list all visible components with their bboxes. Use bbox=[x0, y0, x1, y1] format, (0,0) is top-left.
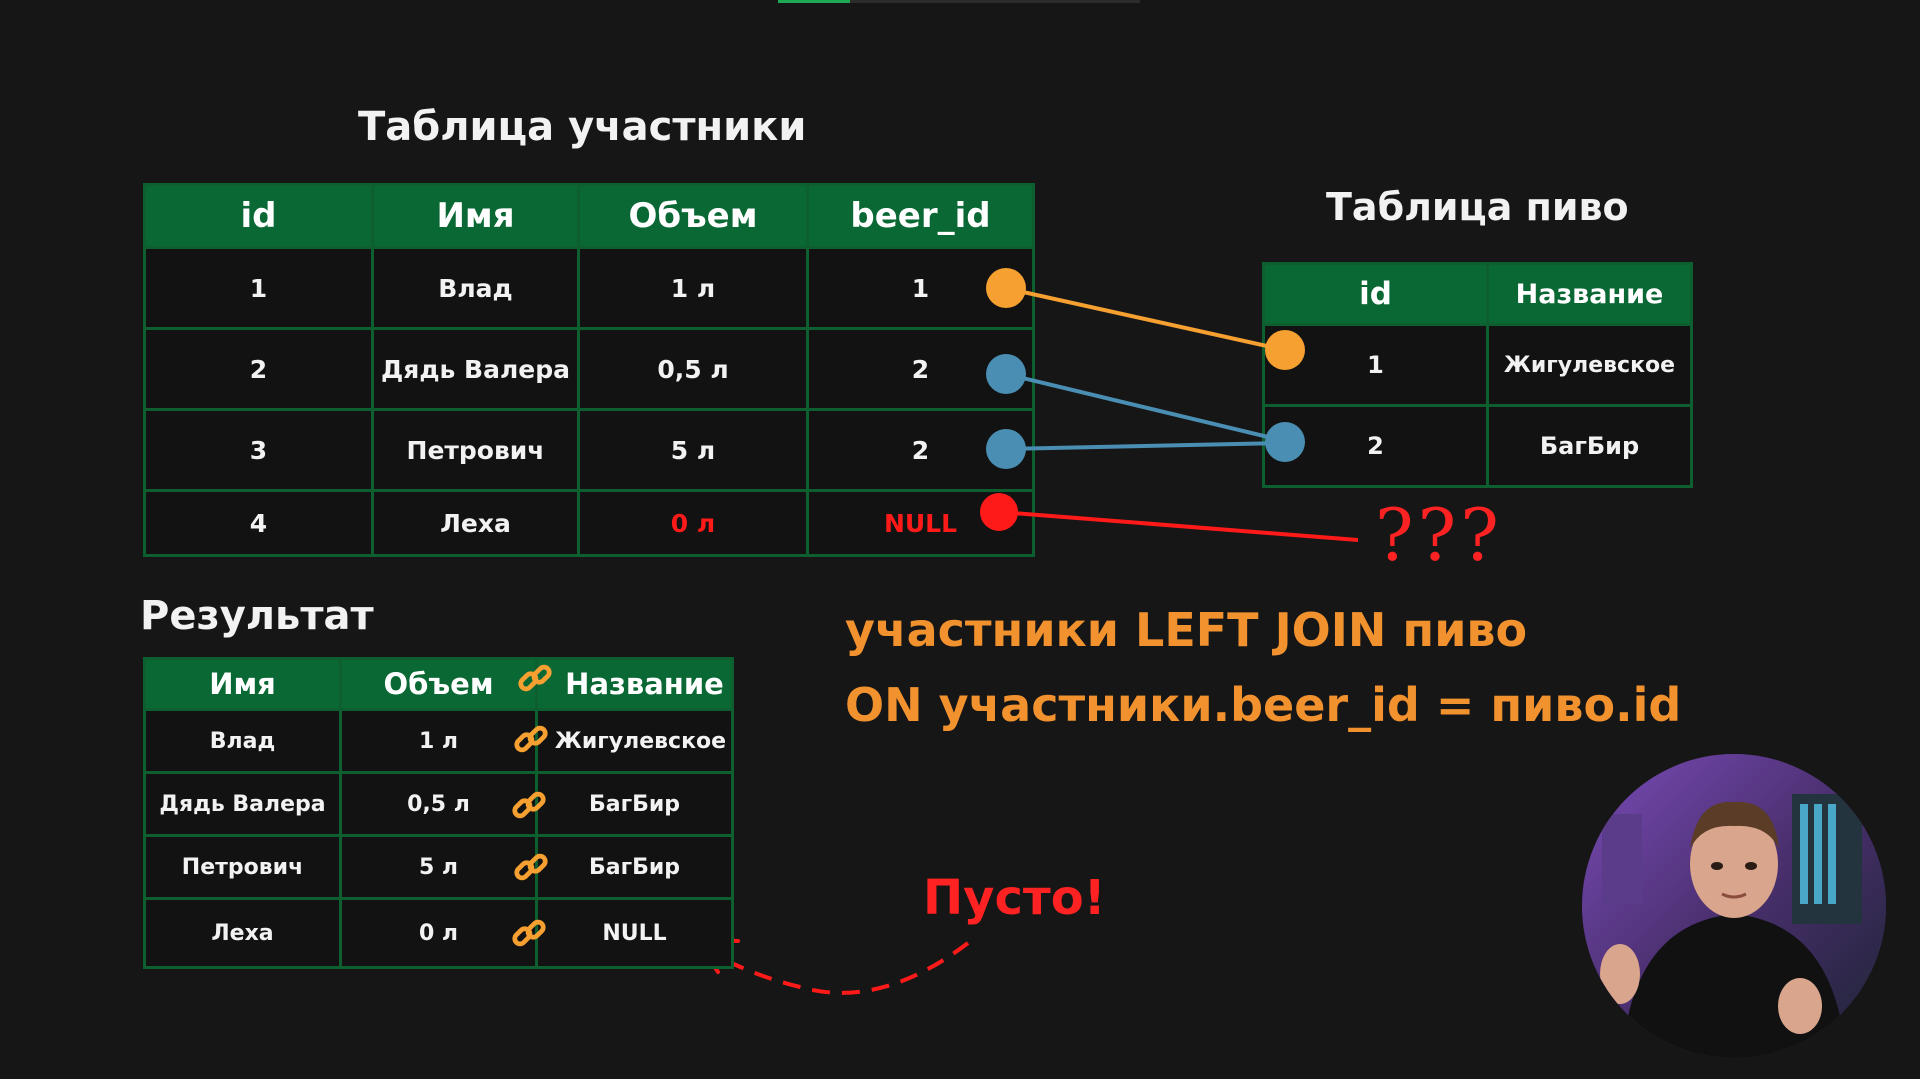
connector-dot-null bbox=[980, 493, 1018, 531]
cell-beer-name: NULL bbox=[535, 897, 734, 969]
connector-line-2 bbox=[1005, 372, 1286, 443]
empty-label: Пусто! bbox=[923, 870, 1106, 926]
table-row: Петрович 5 л БагБир bbox=[143, 834, 734, 900]
table-row: Дядь Валера 0,5 л БагБир bbox=[143, 771, 734, 837]
empty-arrow bbox=[698, 941, 970, 995]
link-icon bbox=[512, 919, 546, 947]
result-table-title: Результат bbox=[140, 593, 374, 639]
query-line-2: ON участники.beer_id = пиво.id bbox=[845, 678, 1682, 732]
cell-volume: 0 л bbox=[339, 897, 538, 969]
result-table: Имя Объем Название Влад 1 л Жигулевское … bbox=[143, 657, 734, 969]
question-marks: ??? bbox=[1375, 493, 1503, 577]
table-row: Леха 0 л NULL bbox=[143, 897, 734, 969]
result-header-row: Имя Объем Название bbox=[143, 657, 734, 711]
cell-name: Петрович bbox=[143, 834, 342, 900]
presenter-webcam bbox=[1582, 754, 1886, 1058]
cell-beer-name: Жигулевское bbox=[535, 708, 734, 774]
cell-volume: 1 л bbox=[339, 708, 538, 774]
connector-dot-1 bbox=[986, 268, 1026, 308]
cell-name: Влад bbox=[143, 708, 342, 774]
link-icon bbox=[512, 791, 546, 819]
cell-name: Леха bbox=[143, 897, 342, 969]
link-icon bbox=[514, 853, 548, 881]
cell-name: Дядь Валера bbox=[143, 771, 342, 837]
connector-line-3 bbox=[1005, 441, 1286, 451]
cell-beer-name: БагБир bbox=[535, 771, 734, 837]
cell-volume: 0,5 л bbox=[339, 771, 538, 837]
cell-volume: 5 л bbox=[339, 834, 538, 900]
connector-dot-beer-2 bbox=[1265, 422, 1305, 462]
connector-line-null bbox=[999, 510, 1359, 542]
connector-dot-3 bbox=[986, 429, 1026, 469]
connector-dot-2 bbox=[986, 354, 1026, 394]
header-beer-name: Название bbox=[535, 657, 734, 711]
header-name: Имя bbox=[143, 657, 342, 711]
header-volume: Объем bbox=[339, 657, 538, 711]
connector-line-1 bbox=[1004, 286, 1286, 352]
table-row: Влад 1 л Жигулевское bbox=[143, 708, 734, 774]
cell-beer-name: БагБир bbox=[535, 834, 734, 900]
query-line-1: участники LEFT JOIN пиво bbox=[845, 603, 1528, 657]
link-icon bbox=[514, 725, 548, 753]
connector-dot-beer-1 bbox=[1265, 330, 1305, 370]
presenter-image bbox=[1582, 754, 1886, 1058]
link-icon bbox=[518, 664, 552, 692]
